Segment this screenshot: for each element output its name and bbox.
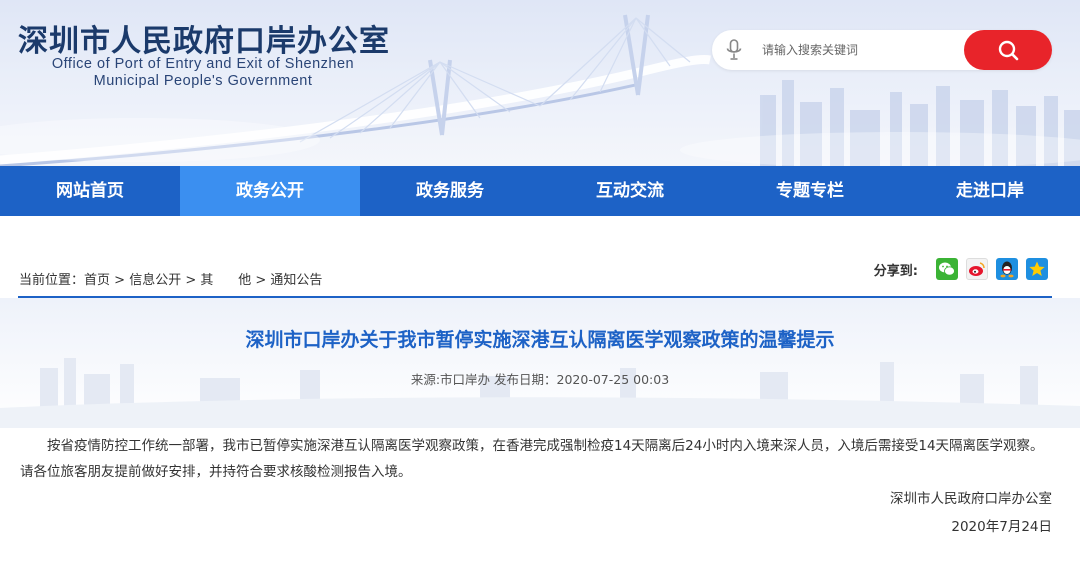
breadcrumb-other[interactable]: 其 他 [200,273,251,288]
search-bar [712,30,1052,70]
nav-item-special-topics[interactable]: 专题专栏 [720,166,900,216]
breadcrumb-separator: > [114,273,126,288]
share-bar: 分享到: [874,258,1048,280]
search-button[interactable] [964,30,1052,70]
article-background-skyline [0,298,1080,428]
nav-item-government-affairs[interactable]: 政务公开 [180,166,360,216]
site-logo-subtitle-line2: Municipal People's Government [93,73,313,89]
site-logo-subtitle: Office of Port of Entry and Exit of Shen… [38,56,368,90]
nav-item-about-ports[interactable]: 走进口岸 [900,166,1080,216]
nav-item-home[interactable]: 网站首页 [0,166,180,216]
qq-icon[interactable] [996,258,1018,280]
article-signature-org: 深圳市人民政府口岸办公室 [890,491,1052,507]
article-meta: 来源:市口岸办 发布日期：2020-07-25 00:03 [410,372,670,387]
breadcrumb-separator: > [185,273,197,288]
breadcrumb-separator: > [255,273,267,288]
site-logo-title[interactable]: 深圳市人民政府口岸办公室 [18,16,390,60]
article-signature-date: 2020年7月24日 [951,519,1052,535]
share-label: 分享到: [873,263,918,279]
site-logo-subtitle-line1: Office of Port of Entry and Exit of Shen… [51,56,355,72]
breadcrumb: 当前位置：首页 > 信息公开 > 其 他 > 通知公告 [19,269,322,288]
breadcrumb-info-public[interactable]: 信息公开 [129,273,181,288]
wechat-icon[interactable] [936,258,958,280]
qzone-icon[interactable] [1026,258,1048,280]
magnifier-icon [998,40,1019,61]
article-body: 按省疫情防控工作统一部署，我市已暂停实施深港互认隔离医学观察政策，在香港完成强制… [20,438,1044,480]
search-input[interactable] [762,38,952,62]
microphone-icon[interactable] [726,39,742,61]
header-banner: 深圳市人民政府口岸办公室 Office of Port of Entry and… [0,0,1080,166]
weibo-icon[interactable] [966,258,988,280]
nav-item-services[interactable]: 政务服务 [360,166,540,216]
nav-item-interaction[interactable]: 互动交流 [540,166,720,216]
main-nav: 网站首页 政务公开 政务服务 互动交流 专题专栏 走进口岸 [0,166,1080,216]
breadcrumb-home[interactable]: 首页 [84,273,110,288]
breadcrumb-prefix: 当前位置： [19,273,85,288]
breadcrumb-notices[interactable]: 通知公告 [270,273,322,288]
article-title: 深圳市口岸办关于我市暂停实施深港互认隔离医学观察政策的温馨提示 [245,329,835,351]
